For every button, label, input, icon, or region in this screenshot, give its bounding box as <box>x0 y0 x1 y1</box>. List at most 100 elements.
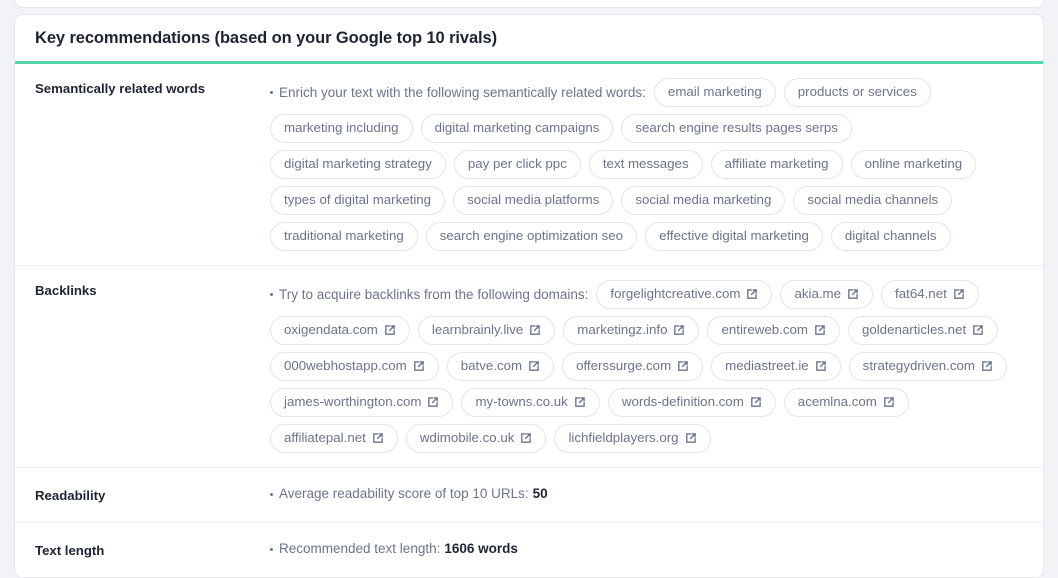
text-length-line: Recommended text length: 1606 words <box>270 540 1023 558</box>
section-label-semantic: Semantically related words <box>35 81 206 96</box>
external-link-icon <box>814 324 826 336</box>
backlink-tag[interactable]: words-definition.com <box>607 388 776 417</box>
backlink-domain-label: akia.me <box>794 286 842 301</box>
section-label-backlinks: Backlinks <box>35 283 97 298</box>
semantic-tag[interactable]: search engine optimization seo <box>425 222 638 251</box>
backlink-tag[interactable]: entireweb.com <box>707 316 840 345</box>
backlink-tag[interactable]: learnbrainly.live <box>417 316 556 345</box>
section-backlinks: Backlinks Try to acquire backlinks from … <box>15 266 1043 468</box>
text-length-text: Recommended text length: <box>279 541 441 556</box>
backlink-tag[interactable]: acemlna.com <box>783 388 909 417</box>
external-link-icon <box>883 396 895 408</box>
semantic-tag[interactable]: digital marketing campaigns <box>420 114 614 143</box>
key-recommendations-card: Key recommendations (based on your Googl… <box>14 14 1044 578</box>
semantic-lead-text: Enrich your text with the following sema… <box>270 84 646 102</box>
backlink-tag[interactable]: marketingz.info <box>563 316 700 345</box>
backlink-tag[interactable]: 000webhostapp.com <box>270 352 439 381</box>
semantic-tag[interactable]: online marketing <box>850 150 977 179</box>
semantic-tag[interactable]: traditional marketing <box>270 222 418 251</box>
backlink-tag[interactable]: forgelightcreative.com <box>596 280 773 309</box>
semantic-tag[interactable]: effective digital marketing <box>645 222 823 251</box>
semantic-tag[interactable]: products or services <box>783 78 931 107</box>
backlink-domain-label: my-towns.co.uk <box>475 394 568 409</box>
external-link-icon <box>529 324 541 336</box>
external-link-icon <box>384 324 396 336</box>
semantic-tag[interactable]: social media marketing <box>621 186 786 215</box>
backlinks-tag-flow: Try to acquire backlinks from the follow… <box>270 280 1023 453</box>
external-link-icon <box>413 360 425 372</box>
semantic-tag[interactable]: digital marketing strategy <box>270 150 446 179</box>
backlink-tag[interactable]: affiliatepal.net <box>270 424 398 453</box>
semantic-tag[interactable]: affiliate marketing <box>710 150 843 179</box>
backlink-domain-label: batve.com <box>460 358 523 373</box>
backlink-tag[interactable]: mediastreet.ie <box>711 352 841 381</box>
backlink-domain-label: words-definition.com <box>621 394 744 409</box>
backlink-domain-label: strategydriven.com <box>862 358 976 373</box>
bullet-dot-icon <box>270 293 273 296</box>
backlink-tag[interactable]: goldenarticles.net <box>847 316 999 345</box>
backlink-domain-label: forgelightcreative.com <box>610 286 741 301</box>
backlink-tag[interactable]: wdimobile.co.uk <box>405 424 547 453</box>
backlink-domain-label: oxigendata.com <box>284 322 378 337</box>
semantic-tag-flow: Enrich your text with the following sema… <box>270 78 1023 251</box>
readability-value: 50 <box>532 486 548 501</box>
backlink-domain-label: james-worthington.com <box>284 394 422 409</box>
external-link-icon <box>673 324 685 336</box>
backlink-tag[interactable]: offerssurge.com <box>562 352 704 381</box>
semantic-tag[interactable]: text messages <box>588 150 703 179</box>
readability-text: Average readability score of top 10 URLs… <box>279 486 529 501</box>
external-link-icon <box>427 396 439 408</box>
backlinks-lead-text: Try to acquire backlinks from the follow… <box>270 286 588 304</box>
backlink-tag[interactable]: batve.com <box>446 352 555 381</box>
backlink-tag[interactable]: james-worthington.com <box>270 388 454 417</box>
external-link-icon <box>685 432 697 444</box>
section-body-semantic: Enrich your text with the following sema… <box>270 78 1023 251</box>
semantic-tag[interactable]: social media channels <box>793 186 953 215</box>
backlink-tag[interactable]: fat64.net <box>881 280 979 309</box>
section-label-readability: Readability <box>35 488 106 503</box>
backlinks-lead-label: Try to acquire backlinks from the follow… <box>279 286 589 302</box>
backlink-domain-label: entireweb.com <box>721 322 808 337</box>
semantic-tag[interactable]: social media platforms <box>453 186 614 215</box>
backlink-tag[interactable]: oxigendata.com <box>270 316 410 345</box>
semantic-tag[interactable]: digital channels <box>830 222 951 251</box>
section-body-readability: Average readability score of top 10 URLs… <box>270 485 1023 503</box>
readability-line: Average readability score of top 10 URLs… <box>270 485 1023 503</box>
backlink-domain-label: lichfieldplayers.org <box>568 430 679 445</box>
card-header: Key recommendations (based on your Googl… <box>15 15 1043 64</box>
section-label-text-length: Text length <box>35 543 105 558</box>
backlink-domain-label: affiliatepal.net <box>284 430 366 445</box>
external-link-icon <box>520 432 532 444</box>
page-title: Key recommendations (based on your Googl… <box>35 29 498 47</box>
external-link-icon <box>746 288 758 300</box>
backlink-domain-label: offerssurge.com <box>576 358 672 373</box>
semantic-tag[interactable]: search engine results pages serps <box>621 114 852 143</box>
external-link-icon <box>972 324 984 336</box>
external-link-icon <box>953 288 965 300</box>
backlink-domain-label: 000webhostapp.com <box>284 358 407 373</box>
semantic-tag[interactable]: pay per click ppc <box>453 150 581 179</box>
backlink-tag[interactable]: akia.me <box>780 280 874 309</box>
backlink-domain-label: wdimobile.co.uk <box>419 430 515 445</box>
external-link-icon <box>981 360 993 372</box>
external-link-icon <box>750 396 762 408</box>
external-link-icon <box>574 396 586 408</box>
external-link-icon <box>372 432 384 444</box>
backlink-tag[interactable]: strategydriven.com <box>848 352 1008 381</box>
card-above-sliver <box>14 0 1044 8</box>
semantic-tag[interactable]: types of digital marketing <box>270 186 446 215</box>
semantic-lead-label: Enrich your text with the following sema… <box>279 84 646 100</box>
text-length-value: 1606 words <box>444 541 518 556</box>
external-link-icon <box>528 360 540 372</box>
bullet-dot-icon <box>270 492 273 496</box>
backlink-tag[interactable]: lichfieldplayers.org <box>554 424 711 453</box>
section-body-backlinks: Try to acquire backlinks from the follow… <box>270 280 1023 453</box>
backlink-domain-label: learnbrainly.live <box>431 322 524 337</box>
semantic-tag[interactable]: marketing including <box>270 114 413 143</box>
section-body-text-length: Recommended text length: 1606 words <box>270 540 1023 558</box>
backlink-domain-label: acemlna.com <box>797 394 877 409</box>
section-text-length: Text length Recommended text length: 160… <box>15 523 1043 577</box>
semantic-tag[interactable]: email marketing <box>653 78 776 107</box>
backlink-tag[interactable]: my-towns.co.uk <box>461 388 600 417</box>
bullet-dot-icon <box>270 91 273 94</box>
